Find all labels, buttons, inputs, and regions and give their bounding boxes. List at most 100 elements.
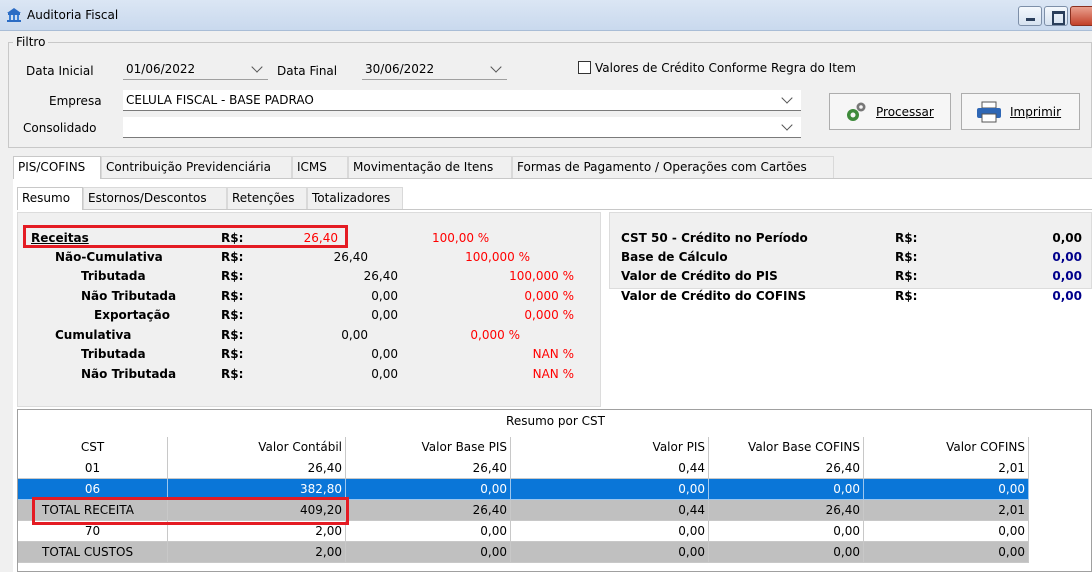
processar-button[interactable]: Processar (829, 93, 951, 130)
nao-tributada-pct: 0,000 % (524, 289, 574, 303)
tab-contribuicao-previdenciaria[interactable]: Contribuição Previdenciária (101, 156, 292, 178)
table-cell: 01 (18, 458, 168, 479)
cum-nao-tributada-label: Não Tributada (81, 367, 177, 381)
resumo-cst-grid[interactable]: Resumo por CST CST Valor Contábil Valor … (17, 409, 1092, 572)
currency-label: R$: (221, 328, 244, 342)
table-cell: 0,00 (346, 542, 511, 563)
cumulativa-label: Cumulativa (55, 328, 132, 342)
cumulativa-value: 0,00 (341, 328, 368, 342)
gears-icon (847, 102, 866, 121)
currency-label: R$: (221, 367, 244, 381)
minimize-button[interactable] (1018, 6, 1042, 26)
exportacao-pct: 0,000 % (524, 308, 574, 322)
chevron-down-icon (251, 61, 263, 73)
cumulativa-pct: 0,000 % (470, 328, 520, 342)
maximize-button[interactable] (1044, 6, 1068, 26)
column-header[interactable]: Valor Contábil (168, 437, 346, 458)
column-header[interactable]: Valor COFINS (864, 437, 1029, 458)
table-cell: 0,00 (864, 542, 1029, 563)
credito-cofins-label: Valor de Crédito do COFINS (621, 289, 807, 303)
chevron-down-icon (490, 61, 502, 73)
tab-retencoes[interactable]: Retenções (227, 187, 307, 209)
table-cell: 0,00 (709, 521, 864, 542)
minimize-icon (1019, 7, 1041, 25)
processar-label: Processar (876, 104, 934, 119)
exportacao-value: 0,00 (371, 308, 398, 322)
currency-label: R$: (221, 250, 244, 264)
tab-resumo[interactable]: Resumo (17, 187, 83, 210)
tributada-value: 26,40 (363, 269, 398, 283)
chevron-down-icon (781, 119, 793, 131)
bank-icon (7, 8, 21, 22)
imprimir-button[interactable]: Imprimir (961, 93, 1080, 130)
table-cell: 2,00 (168, 542, 346, 563)
table-cell: 26,40 (709, 500, 864, 521)
credito-regra-checkbox[interactable] (578, 61, 591, 74)
column-header[interactable]: CST (18, 437, 168, 458)
consolidado-label: Consolidado (23, 121, 97, 135)
cst50-label: CST 50 - Crédito no Período (621, 231, 808, 245)
base-calculo-value: 0,00 (1052, 250, 1082, 264)
cum-nao-tributada-pct: NAN % (532, 367, 574, 381)
table-cell: 0,00 (864, 521, 1029, 542)
exportacao-label: Exportação (94, 308, 170, 322)
table-cell: 0,00 (346, 479, 511, 500)
filter-legend: Filtro (13, 35, 49, 49)
credito-pis-label: Valor de Crédito do PIS (621, 269, 778, 283)
empresa-select[interactable]: CELULA FISCAL - BASE PADRAO (123, 90, 801, 111)
currency-label: R$: (895, 231, 918, 245)
empresa-label: Empresa (49, 94, 102, 108)
column-header[interactable]: Valor PIS (511, 437, 709, 458)
tab-estornos-descontos[interactable]: Estornos/Descontos (83, 187, 227, 209)
grid-title: Resumo por CST (506, 414, 605, 428)
cum-tributada-pct: NAN % (532, 347, 574, 361)
tab-formas-pagamento[interactable]: Formas de Pagamento / Operações com Cart… (512, 156, 834, 178)
table-cell: 26,40 (709, 458, 864, 479)
table-cell: 2,01 (864, 458, 1029, 479)
data-final-label: Data Final (277, 64, 338, 78)
highlight-box (23, 225, 348, 248)
tab-movimentacao-itens[interactable]: Movimentação de Itens (348, 156, 512, 178)
currency-label: R$: (221, 347, 244, 361)
table-cell: 26,40 (346, 500, 511, 521)
data-final-value: 30/06/2022 (365, 62, 435, 76)
data-inicial-field[interactable]: 01/06/2022 (123, 59, 268, 80)
table-cell: 26,40 (346, 458, 511, 479)
cum-tributada-value: 0,00 (371, 347, 398, 361)
table-cell: 0,00 (709, 542, 864, 563)
data-inicial-label: Data Inicial (26, 64, 94, 78)
highlight-box (32, 497, 349, 525)
table-cell: 0,00 (864, 479, 1029, 500)
table-cell: 0,00 (511, 521, 709, 542)
table-cell: 2,01 (864, 500, 1029, 521)
tab-icms[interactable]: ICMS (292, 156, 348, 178)
cum-nao-tributada-value: 0,00 (371, 367, 398, 381)
title-bar: Auditoria Fiscal (0, 0, 1092, 31)
table-cell: 0,44 (511, 500, 709, 521)
table-cell: TOTAL CUSTOS (18, 542, 168, 563)
imprimir-label: Imprimir (1010, 104, 1062, 119)
column-header[interactable]: Valor Base COFINS (709, 437, 864, 458)
tributada-pct: 100,000 % (509, 269, 574, 283)
currency-label: R$: (895, 269, 918, 283)
credito-cofins-value: 0,00 (1052, 289, 1082, 303)
table-cell: 0,44 (511, 458, 709, 479)
table-cell: 0,00 (346, 521, 511, 542)
column-header[interactable]: Valor Base PIS (346, 437, 511, 458)
consolidado-select[interactable] (123, 117, 801, 138)
printer-icon (977, 101, 1001, 122)
credito-pis-value: 0,00 (1052, 269, 1082, 283)
close-button[interactable] (1070, 6, 1092, 26)
tab-pis-cofins[interactable]: PIS/COFINS (13, 156, 101, 179)
nao-cumulativa-pct: 100,000 % (465, 250, 530, 264)
data-inicial-value: 01/06/2022 (126, 62, 196, 76)
tab-totalizadores[interactable]: Totalizadores (307, 187, 403, 209)
tributada-label: Tributada (81, 269, 146, 283)
data-final-field[interactable]: 30/06/2022 (362, 59, 507, 80)
cum-tributada-label: Tributada (81, 347, 146, 361)
credito-regra-label: Valores de Crédito Conforme Regra do Ite… (595, 61, 856, 75)
table-cell: 0,00 (709, 479, 864, 500)
currency-label: R$: (221, 289, 244, 303)
currency-label: R$: (895, 250, 918, 264)
empresa-value: CELULA FISCAL - BASE PADRAO (126, 93, 314, 107)
